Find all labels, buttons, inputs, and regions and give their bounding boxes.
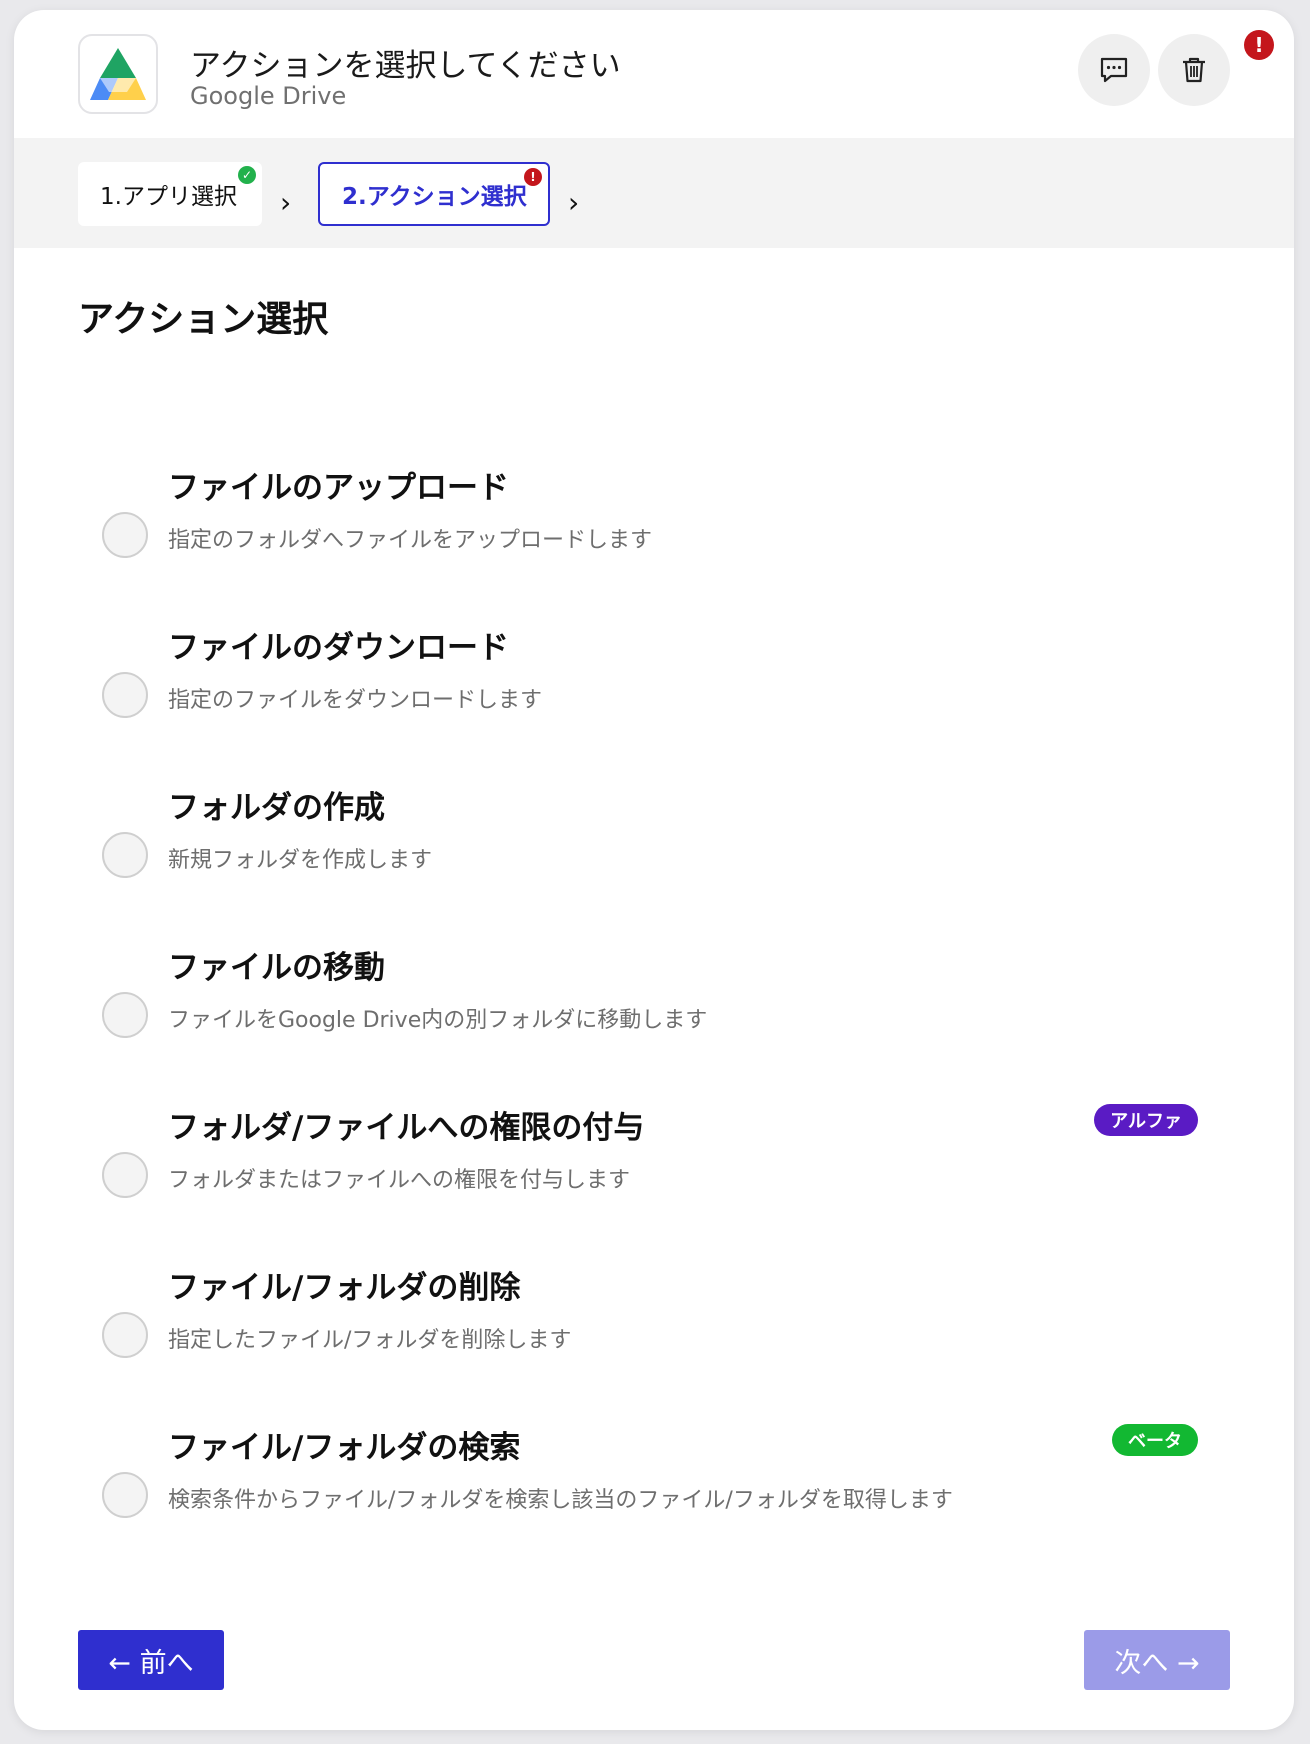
option-description: 指定のフォルダへファイルをアップロードします (168, 528, 653, 553)
step-label: 2.アクション選択 (342, 184, 527, 210)
radio-button[interactable] (102, 672, 148, 718)
error-badge: ! (1244, 30, 1274, 60)
radio-button[interactable] (102, 1312, 148, 1358)
comment-button[interactable] (1078, 34, 1150, 106)
chevron-right-icon: › (280, 186, 292, 219)
step-action-select[interactable]: 2.アクション選択 ! (318, 162, 550, 226)
action-option-grant-permission[interactable]: フォルダ/ファイルへの権限の付与 フォルダまたはファイルへの権限を付与します ア… (14, 1102, 1294, 1252)
trash-icon (1183, 57, 1205, 83)
check-icon: ✓ (238, 166, 256, 184)
option-title: フォルダの作成 (168, 790, 385, 826)
option-title: フォルダ/ファイルへの権限の付与 (168, 1110, 645, 1146)
beta-badge: ベータ (1112, 1424, 1198, 1456)
radio-button[interactable] (102, 992, 148, 1038)
option-description: ファイルをGoogle Drive内の別フォルダに移動します (168, 1008, 708, 1033)
action-option-upload[interactable]: ファイルのアップロード 指定のフォルダへファイルをアップロードします (14, 462, 1294, 612)
delete-button[interactable] (1158, 34, 1230, 106)
option-title: ファイルのダウンロード (168, 630, 509, 666)
action-select-card: アクションを選択してください Google Drive ! 1.アプリ選択 ✓ … (14, 10, 1294, 1730)
app-name: Google Drive (190, 82, 347, 110)
page-title: アクションを選択してください (190, 48, 621, 84)
google-drive-logo-icon (78, 34, 158, 114)
option-description: 指定のファイルをダウンロードします (168, 688, 543, 713)
action-option-move-file[interactable]: ファイルの移動 ファイルをGoogle Drive内の別フォルダに移動します (14, 942, 1294, 1092)
radio-button[interactable] (102, 1472, 148, 1518)
radio-button[interactable] (102, 512, 148, 558)
header: アクションを選択してください Google Drive ! (14, 10, 1294, 138)
option-title: ファイル/フォルダの検索 (168, 1430, 521, 1466)
next-button[interactable]: 次へ → (1084, 1630, 1230, 1690)
prev-button[interactable]: ← 前へ (78, 1630, 224, 1690)
action-option-delete[interactable]: ファイル/フォルダの削除 指定したファイル/フォルダを削除します (14, 1262, 1294, 1412)
chevron-right-icon: › (568, 186, 580, 219)
section-title: アクション選択 (78, 299, 329, 340)
radio-button[interactable] (102, 1152, 148, 1198)
option-description: 新規フォルダを作成します (168, 848, 433, 873)
option-title: ファイルの移動 (168, 950, 385, 986)
action-option-create-folder[interactable]: フォルダの作成 新規フォルダを作成します (14, 782, 1294, 932)
option-description: 検索条件からファイル/フォルダを検索し該当のファイル/フォルダを取得します (168, 1488, 953, 1513)
chat-bubble-icon (1100, 57, 1128, 83)
option-description: 指定したファイル/フォルダを削除します (168, 1328, 572, 1353)
step-breadcrumb: 1.アプリ選択 ✓ › 2.アクション選択 ! › (14, 138, 1294, 248)
option-title: ファイルのアップロード (168, 470, 509, 506)
radio-button[interactable] (102, 832, 148, 878)
step-app-select[interactable]: 1.アプリ選択 ✓ (78, 162, 262, 226)
step-label: 1.アプリ選択 (100, 184, 237, 210)
action-option-download[interactable]: ファイルのダウンロード 指定のファイルをダウンロードします (14, 622, 1294, 772)
option-title: ファイル/フォルダの削除 (168, 1270, 521, 1306)
alpha-badge: アルファ (1094, 1104, 1198, 1136)
error-icon: ! (524, 168, 542, 186)
action-option-search[interactable]: ファイル/フォルダの検索 検索条件からファイル/フォルダを検索し該当のファイル/… (14, 1422, 1294, 1572)
option-description: フォルダまたはファイルへの権限を付与します (168, 1168, 631, 1193)
